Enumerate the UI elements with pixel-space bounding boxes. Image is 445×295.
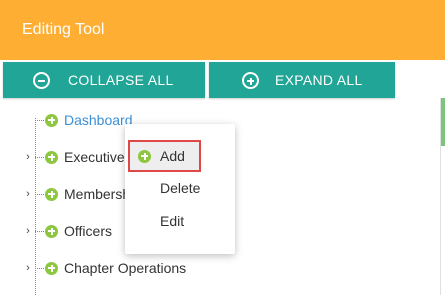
menu-item-edit[interactable]: Edit: [125, 205, 235, 237]
tree-node-dashboard[interactable]: Dashboard: [22, 109, 133, 131]
plus-circle-icon: [242, 71, 259, 89]
add-node-icon[interactable]: [45, 187, 58, 201]
menu-item-add[interactable]: Add: [128, 140, 201, 172]
add-node-icon[interactable]: [45, 113, 58, 127]
tree-node-label[interactable]: Dashboard: [64, 112, 133, 128]
tree-node-label[interactable]: Membersh: [64, 186, 130, 202]
menu-item-delete[interactable]: Delete: [125, 172, 235, 204]
app-header: Editing Tool: [0, 0, 445, 60]
context-menu: Add Delete Edit: [125, 124, 235, 254]
tree-node-label[interactable]: Officers: [64, 223, 112, 239]
expand-all-label: EXPAND ALL: [275, 72, 363, 88]
tree-node-officers[interactable]: › Officers: [22, 220, 112, 242]
menu-item-add-label: Add: [160, 148, 185, 164]
minus-circle-icon: [33, 71, 50, 89]
add-node-icon[interactable]: [45, 150, 58, 164]
tree-node-executive[interactable]: › Executive: [22, 146, 125, 168]
expand-arrow-icon[interactable]: ›: [22, 225, 34, 237]
expand-arrow-icon[interactable]: ›: [22, 188, 34, 200]
menu-item-delete-label: Delete: [160, 180, 201, 196]
tree-node-label[interactable]: Executive: [64, 149, 125, 165]
tree-node-chapter-operations[interactable]: › Chapter Operations: [22, 257, 186, 279]
add-node-icon[interactable]: [45, 261, 58, 275]
menu-item-edit-label: Edit: [160, 213, 185, 229]
tree-node-label[interactable]: Chapter Operations: [64, 260, 186, 276]
expand-all-button[interactable]: EXPAND ALL: [209, 62, 395, 98]
expand-arrow-icon[interactable]: ›: [22, 262, 34, 274]
app-title: Editing Tool: [22, 21, 105, 38]
tree-node-membership[interactable]: › Membersh: [22, 183, 130, 205]
add-node-icon[interactable]: [45, 224, 58, 238]
collapse-all-button[interactable]: COLLAPSE ALL: [3, 62, 205, 98]
expand-arrow-icon[interactable]: ›: [22, 151, 34, 163]
panel-scroll-indicator[interactable]: [441, 98, 445, 146]
add-icon: [138, 149, 151, 163]
collapse-all-label: COLLAPSE ALL: [68, 72, 174, 88]
